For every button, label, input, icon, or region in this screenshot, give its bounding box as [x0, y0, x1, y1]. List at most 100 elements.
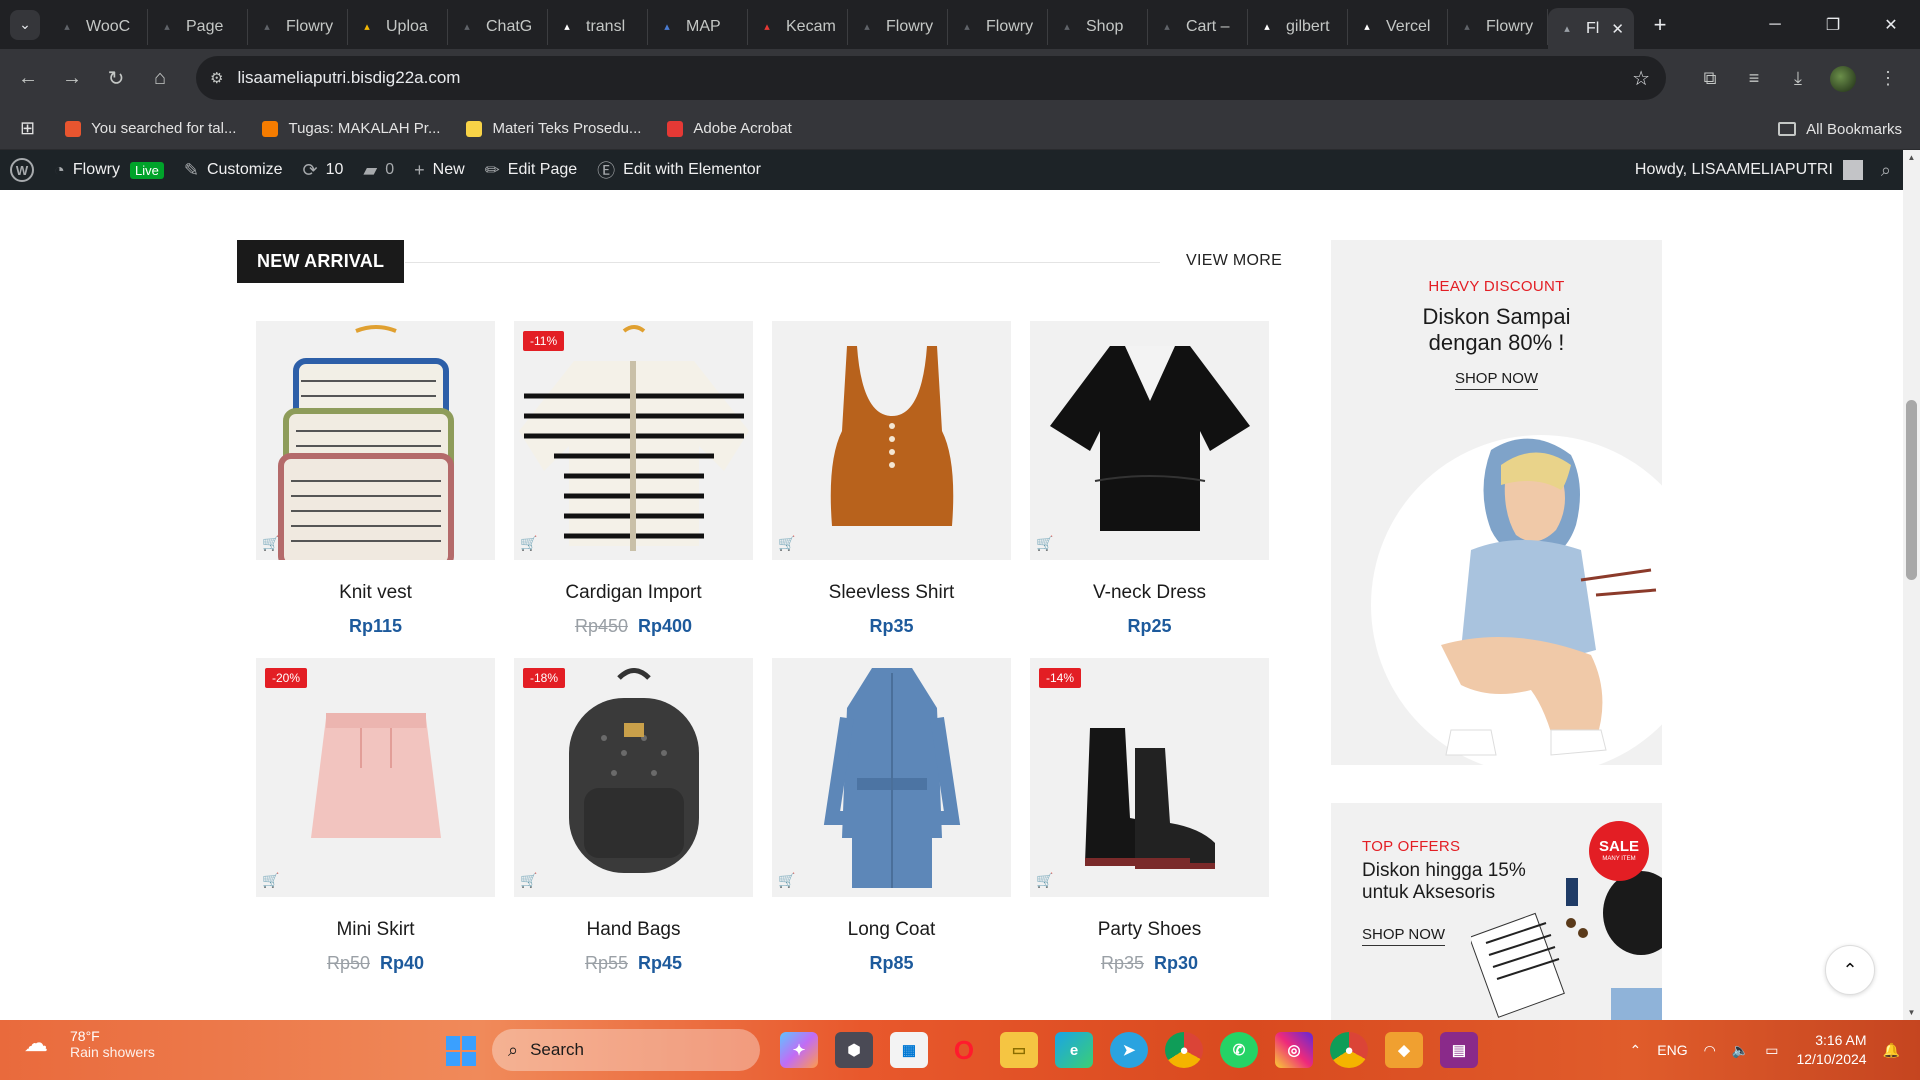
- bookmark-item[interactable]: Materi Teks Prosedu...: [466, 120, 641, 137]
- browser-tab[interactable]: ▴ Cart –: [1148, 8, 1248, 45]
- product-image[interactable]: 🛒: [772, 321, 1011, 560]
- product-card[interactable]: 🛒 V-neck Dress Rp25: [1030, 321, 1269, 637]
- page-scrollbar[interactable]: ▲ ▼: [1903, 150, 1920, 1020]
- scroll-up-arrow[interactable]: ▲: [1903, 153, 1920, 162]
- browser-tab[interactable]: ▴ WooC: [48, 8, 148, 45]
- product-card[interactable]: -20% 🛒 Mini Skirt Rp50 Rp40: [256, 658, 495, 974]
- product-image[interactable]: -11% 🛒: [514, 321, 753, 560]
- howdy-user[interactable]: Howdy, LISAAMELIAPUTRI: [1635, 161, 1833, 179]
- wifi-icon[interactable]: ◠: [1704, 1042, 1716, 1059]
- browser-tab[interactable]: ▴ transl: [548, 8, 648, 45]
- tab-active[interactable]: ▴ Fl ✕: [1548, 8, 1634, 49]
- wordpress-logo-icon[interactable]: W: [10, 158, 34, 182]
- forward-button[interactable]: →: [50, 67, 94, 90]
- product-name[interactable]: Party Shoes: [1030, 919, 1269, 941]
- tab-search-button[interactable]: ⌄: [10, 9, 40, 40]
- edge-icon[interactable]: e: [1055, 1032, 1093, 1068]
- instagram-icon[interactable]: ◎: [1275, 1032, 1313, 1068]
- edit-page-button[interactable]: ✏ Edit Page: [475, 150, 587, 190]
- bookmark-item[interactable]: Tugas: MAKALAH Pr...: [262, 120, 440, 137]
- notification-bell-icon[interactable]: 🔔: [1883, 1042, 1900, 1059]
- scroll-to-top-button[interactable]: ⌃: [1825, 945, 1875, 995]
- add-to-cart-icon[interactable]: 🛒: [520, 872, 537, 889]
- product-image[interactable]: 🛒: [1030, 321, 1269, 560]
- add-to-cart-icon[interactable]: 🛒: [778, 872, 795, 889]
- opera-icon[interactable]: O: [945, 1032, 983, 1068]
- browser-tab[interactable]: ▴ MAP: [648, 8, 748, 45]
- bookmark-item[interactable]: You searched for tal...: [65, 120, 236, 137]
- browser-tab[interactable]: ▴ Flowry: [248, 8, 348, 45]
- product-name[interactable]: Cardigan Import: [514, 582, 753, 604]
- browser-tab[interactable]: ▴ Flowry: [848, 8, 948, 45]
- browser-tab[interactable]: ▴ Flowry: [1448, 8, 1548, 45]
- volume-icon[interactable]: 🔈: [1732, 1042, 1749, 1059]
- apps-grid-icon[interactable]: ⊞: [20, 118, 35, 139]
- add-to-cart-icon[interactable]: 🛒: [520, 535, 537, 552]
- all-bookmarks-button[interactable]: All Bookmarks: [1778, 108, 1902, 150]
- restore-button[interactable]: ❐: [1804, 0, 1862, 49]
- scrollbar-thumb[interactable]: [1906, 400, 1917, 580]
- extensions-icon[interactable]: ⧉: [1688, 68, 1732, 89]
- downloads-icon[interactable]: ⤓: [1776, 68, 1820, 89]
- product-name[interactable]: Sleevless Shirt: [772, 582, 1011, 604]
- browser-tab[interactable]: ▴ Vercel: [1348, 8, 1448, 45]
- add-to-cart-icon[interactable]: 🛒: [262, 872, 279, 889]
- add-to-cart-icon[interactable]: 🛒: [778, 535, 795, 552]
- new-content-button[interactable]: + New: [404, 150, 475, 190]
- user-avatar[interactable]: [1842, 160, 1863, 180]
- add-to-cart-icon[interactable]: 🛒: [262, 535, 279, 552]
- product-image[interactable]: 🛒: [256, 321, 495, 560]
- browser-tab[interactable]: ▴ Kecam: [748, 8, 848, 45]
- bookmark-star-icon[interactable]: ☆: [1632, 66, 1650, 91]
- reload-button[interactable]: ↻: [94, 66, 138, 91]
- address-bar[interactable]: ⚙ lisaameliaputri.bisdig22a.com ☆: [196, 56, 1666, 100]
- product-card[interactable]: 🛒 Sleevless Shirt Rp35: [772, 321, 1011, 637]
- customize-button[interactable]: ✎ Customize: [174, 150, 293, 190]
- product-card[interactable]: -11% 🛒 Cardigan Import Rp450 Rp400: [514, 321, 753, 637]
- site-info-icon[interactable]: ⚙: [210, 69, 223, 87]
- browser-tab[interactable]: ▴ Uploa: [348, 8, 448, 45]
- close-window-button[interactable]: ✕: [1862, 0, 1920, 49]
- product-name[interactable]: V-neck Dress: [1030, 582, 1269, 604]
- discount-shop-now[interactable]: SHOP NOW: [1331, 370, 1662, 390]
- product-card[interactable]: -14% 🛒 Party Shoes Rp35 Rp30: [1030, 658, 1269, 974]
- whatsapp-icon[interactable]: ✆: [1220, 1032, 1258, 1068]
- admin-search-icon[interactable]: ⌕: [1881, 160, 1891, 181]
- view-more-link[interactable]: VIEW MORE: [1186, 252, 1282, 270]
- taskbar-search[interactable]: ⌕ Search: [492, 1029, 760, 1071]
- media-control-icon[interactable]: ≡: [1732, 68, 1776, 89]
- back-button[interactable]: ←: [6, 67, 50, 90]
- git-tool-icon[interactable]: ◆: [1385, 1032, 1423, 1068]
- browser-tab[interactable]: ▴ Page: [148, 8, 248, 45]
- url-text[interactable]: lisaameliaputri.bisdig22a.com: [237, 68, 460, 88]
- ms-store-icon[interactable]: ▦: [890, 1032, 928, 1068]
- site-name-menu[interactable]: ◔ Flowry Live: [44, 150, 174, 190]
- browser-tab[interactable]: ▴ gilbert: [1248, 8, 1348, 45]
- browser-tab[interactable]: ▴ ChatG: [448, 8, 548, 45]
- telegram-icon[interactable]: ➤: [1110, 1032, 1148, 1068]
- edit-elementor-button[interactable]: Ⓔ Edit with Elementor: [587, 150, 771, 190]
- chrome-icon[interactable]: ●: [1165, 1032, 1203, 1068]
- updates-button[interactable]: ⟳ 10: [293, 150, 354, 190]
- comments-button[interactable]: ▰ 0: [353, 150, 404, 190]
- start-button[interactable]: [446, 1036, 476, 1066]
- product-name[interactable]: Mini Skirt: [256, 919, 495, 941]
- chevron-up-tray-icon[interactable]: ⌃: [1630, 1042, 1642, 1059]
- product-card[interactable]: -18% 🛒 Hand Bags Rp55 Rp45: [514, 658, 753, 974]
- browser-tab[interactable]: ▴ Flowry: [948, 8, 1048, 45]
- language-indicator[interactable]: ENG: [1657, 1042, 1687, 1058]
- product-name[interactable]: Knit vest: [256, 582, 495, 604]
- offers-banner[interactable]: TOP OFFERS Diskon hingga 15% untuk Akses…: [1331, 803, 1662, 1020]
- bookmark-item[interactable]: Adobe Acrobat: [667, 120, 792, 137]
- product-card[interactable]: 🛒 Long Coat Rp85: [772, 658, 1011, 974]
- product-image[interactable]: 🛒: [772, 658, 1011, 897]
- product-name[interactable]: Hand Bags: [514, 919, 753, 941]
- offers-shop-now[interactable]: SHOP NOW: [1362, 926, 1446, 946]
- add-to-cart-icon[interactable]: 🛒: [1036, 872, 1053, 889]
- clock[interactable]: 3:16 AM 12/10/2024: [1796, 1031, 1866, 1069]
- home-button[interactable]: ⌂: [138, 67, 182, 90]
- battery-icon[interactable]: ▭: [1765, 1042, 1778, 1059]
- browser-menu-icon[interactable]: ⋮: [1866, 68, 1910, 89]
- product-image[interactable]: -14% 🛒: [1030, 658, 1269, 897]
- product-name[interactable]: Long Coat: [772, 919, 1011, 941]
